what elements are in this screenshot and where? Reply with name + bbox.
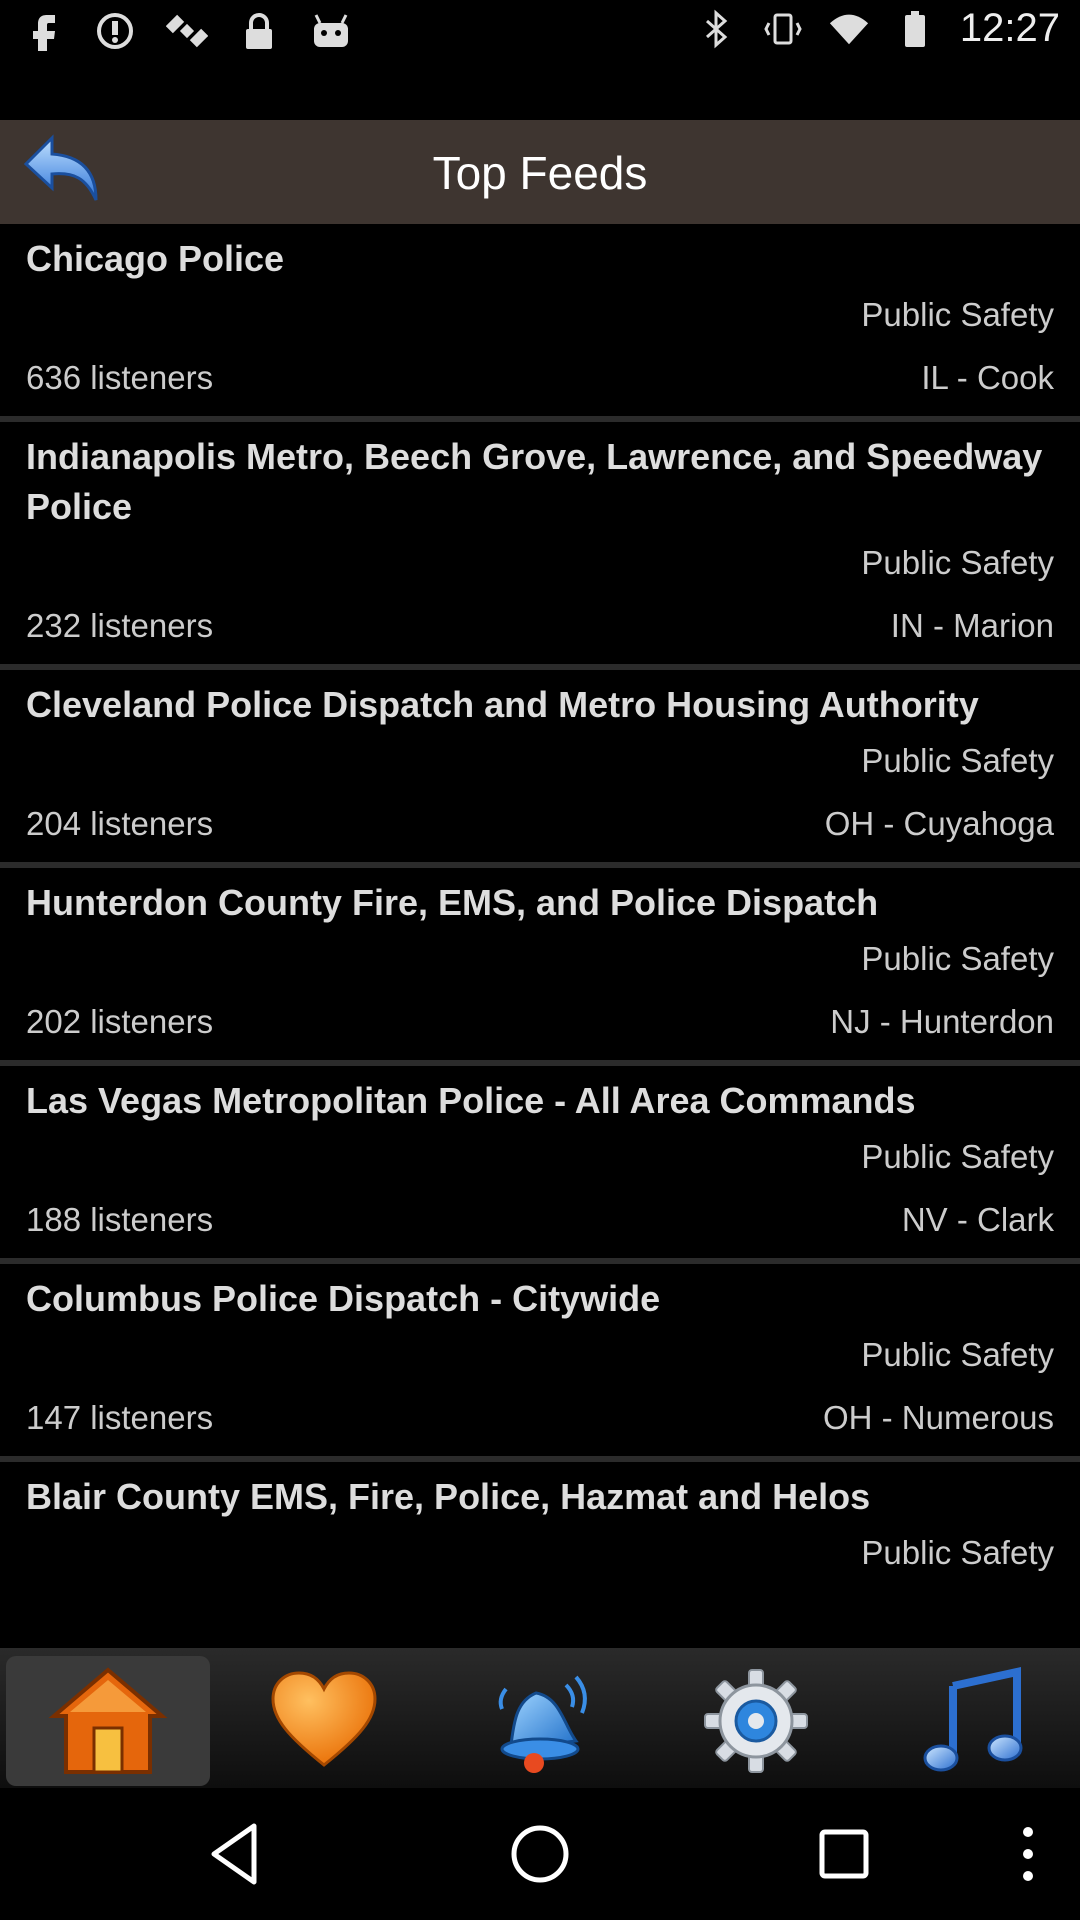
wifi-icon — [828, 8, 870, 50]
feed-listeners: 147 listeners — [26, 1399, 214, 1436]
tab-settings[interactable] — [654, 1656, 858, 1786]
feed-listeners: 232 listeners — [26, 607, 214, 644]
clock: 12:27 — [959, 6, 1060, 50]
music-note-icon — [923, 1667, 1023, 1772]
feed-listeners: 636 listeners — [26, 359, 214, 396]
back-triangle-icon — [211, 1823, 257, 1885]
feed-category: Public Safety — [861, 1336, 1054, 1373]
vibrate-icon — [762, 8, 804, 50]
feed-category: Public Safety — [861, 1534, 1054, 1571]
feed-listeners: 202 listeners — [26, 1003, 214, 1040]
satellite-icon — [166, 10, 208, 52]
android-icon — [310, 10, 352, 52]
feed-name: Chicago Police — [26, 238, 285, 279]
bluetooth-icon — [696, 8, 738, 50]
settings-gear-icon — [704, 1669, 808, 1773]
feed-category: Public Safety — [861, 940, 1054, 977]
nav-recents-button[interactable] — [808, 1818, 880, 1890]
home-icon — [48, 1667, 168, 1774]
feed-name: Hunterdon County Fire, EMS, and Police D… — [26, 882, 879, 923]
facebook-icon — [22, 10, 64, 52]
list-item[interactable]: Chicago Police Public Safety 636 listene… — [0, 224, 1080, 422]
feed-location: OH - Cuyahoga — [824, 805, 1054, 842]
nav-back-button[interactable] — [200, 1818, 272, 1890]
list-item[interactable]: Blair County EMS, Fire, Police, Hazmat a… — [0, 1462, 1080, 1648]
feed-name: Indianapolis Metro, Beech Grove, Lawrenc… — [26, 436, 1043, 527]
nav-more-button[interactable] — [992, 1818, 1064, 1890]
tab-home[interactable] — [6, 1656, 210, 1786]
feed-location: OH - Numerous — [822, 1399, 1054, 1436]
feed-list[interactable]: Chicago Police Public Safety 636 listene… — [0, 224, 1080, 1648]
bell-icon — [498, 1675, 587, 1773]
tab-favorites[interactable] — [222, 1656, 426, 1786]
tab-music[interactable] — [870, 1656, 1074, 1786]
list-item[interactable]: Indianapolis Metro, Beech Grove, Lawrenc… — [0, 422, 1080, 670]
feed-category: Public Safety — [861, 296, 1054, 333]
feed-category: Public Safety — [861, 742, 1054, 779]
list-item[interactable]: Cleveland Police Dispatch and Metro Hous… — [0, 670, 1080, 868]
recents-square-icon — [819, 1829, 869, 1879]
feed-location: NV - Clark — [901, 1201, 1054, 1238]
feed-category: Public Safety — [861, 544, 1054, 581]
nav-home-button[interactable] — [504, 1818, 576, 1890]
feed-listeners: 188 listeners — [26, 1201, 214, 1238]
feed-name: Columbus Police Dispatch - Citywide — [26, 1278, 661, 1319]
list-item[interactable]: Columbus Police Dispatch - Citywide Publ… — [0, 1264, 1080, 1462]
home-circle-icon — [511, 1825, 569, 1883]
list-item[interactable]: Hunterdon County Fire, EMS, and Police D… — [0, 868, 1080, 1066]
list-item[interactable]: Las Vegas Metropolitan Police - All Area… — [0, 1066, 1080, 1264]
feed-location: IL - Cook — [921, 359, 1054, 396]
tab-alerts[interactable] — [438, 1656, 642, 1786]
feed-name: Cleveland Police Dispatch and Metro Hous… — [26, 684, 979, 725]
feed-name: Las Vegas Metropolitan Police - All Area… — [26, 1080, 916, 1121]
battery-icon — [894, 8, 936, 50]
feed-listeners: 204 listeners — [26, 805, 214, 842]
header-bar: Top Feeds — [0, 120, 1080, 224]
system-nav-bar — [0, 1788, 1080, 1920]
feed-location: IN - Marion — [890, 607, 1054, 644]
feed-name: Blair County EMS, Fire, Police, Hazmat a… — [26, 1476, 871, 1517]
lock-icon — [238, 10, 280, 52]
heart-icon — [271, 1671, 377, 1767]
feed-category: Public Safety — [861, 1138, 1054, 1175]
page-title: Top Feeds — [432, 147, 648, 199]
sync-icon — [94, 10, 136, 52]
feed-location: NJ - Hunterdon — [830, 1003, 1054, 1040]
status-bar: 12:27 — [0, 0, 1080, 64]
bottom-tab-bar — [0, 1648, 1080, 1788]
more-dots-icon — [1023, 1827, 1033, 1881]
